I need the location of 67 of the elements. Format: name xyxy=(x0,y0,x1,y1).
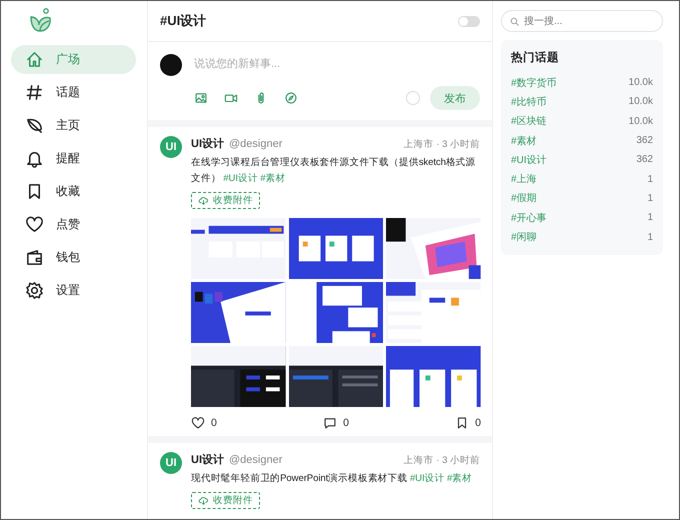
section-title: 热门话题 xyxy=(511,50,560,65)
topic-count: 1 xyxy=(647,174,653,185)
post-text: 现代时髦年轻前卫的PowerPoint演示模板素材下载 #UI设计 #素材 xyxy=(191,472,473,486)
topic-link[interactable]: #UI设计 xyxy=(511,152,547,167)
topic-count: 362 xyxy=(636,135,653,146)
wallet-icon xyxy=(25,248,44,267)
heart-button[interactable]: 0 xyxy=(191,416,217,430)
topic-link[interactable]: #上海 xyxy=(511,172,537,186)
topic-count: 1 xyxy=(647,192,653,204)
heart-icon xyxy=(191,416,205,430)
nav-item[interactable]: 话题 xyxy=(11,78,136,107)
topic-count: 10.0k xyxy=(628,116,653,127)
post-input[interactable]: 说说您的新鲜事... xyxy=(194,54,480,74)
leaf-icon xyxy=(25,116,44,135)
image-icon[interactable] xyxy=(194,91,208,105)
topic-count: 10.0k xyxy=(628,96,653,108)
hash-icon xyxy=(25,83,44,102)
hashtag-link[interactable]: #UI设计 xyxy=(410,473,444,484)
nav-item[interactable]: 点赞 xyxy=(11,210,136,239)
home-icon xyxy=(25,50,44,69)
bookmark-button[interactable]: 0 xyxy=(455,416,481,430)
search-field[interactable]: 搜一搜... xyxy=(501,10,663,32)
compass-icon[interactable] xyxy=(284,91,298,105)
author-name[interactable]: UI设计 xyxy=(191,136,224,151)
author-handle: @designer xyxy=(229,454,282,466)
topic-link[interactable]: #区块链 xyxy=(511,114,547,128)
avatar[interactable]: UI xyxy=(160,452,182,474)
nav-item[interactable]: 钱包 xyxy=(11,243,136,272)
comment-button[interactable]: 0 xyxy=(323,416,349,430)
post-meta: 上海市 · 3 小时前 xyxy=(404,454,480,467)
topic-count: 1 xyxy=(647,232,653,243)
attachment-badge[interactable]: 收费附件 xyxy=(191,192,260,209)
hashtag-link[interactable]: #素材 xyxy=(446,473,472,484)
cloud-download-icon xyxy=(198,495,209,506)
nav-item[interactable]: 收藏 xyxy=(11,177,136,206)
topic-link[interactable]: #比特币 xyxy=(511,94,547,109)
search-icon xyxy=(509,16,520,27)
post-text: 在线学习课程后台管理仪表板套件源文件下载（提供sketch格式源文件） #UI设计 #素材 xyxy=(191,156,477,186)
nav-item[interactable]: 广场 xyxy=(11,45,136,74)
heart-icon xyxy=(25,215,44,234)
avatar[interactable]: UI xyxy=(160,136,182,158)
attachment-badge[interactable]: 收费附件 xyxy=(191,492,260,509)
author-handle: @designer xyxy=(229,138,282,150)
hashtag-link[interactable]: #素材 xyxy=(260,173,286,184)
topic-link[interactable]: #闲聊 xyxy=(511,230,537,244)
nav-item[interactable]: 设置 xyxy=(11,276,136,305)
nav-item[interactable]: 提醒 xyxy=(11,144,136,173)
topic-link[interactable]: #数字货币 xyxy=(511,76,557,90)
cloud-download-icon xyxy=(198,195,209,206)
topic-link[interactable]: #素材 xyxy=(511,134,537,148)
avatar[interactable] xyxy=(160,54,182,76)
settings-icon xyxy=(25,281,44,300)
publish-button[interactable]: 发布 xyxy=(430,86,480,110)
nav-item[interactable]: 主页 xyxy=(11,111,136,140)
progress-ring xyxy=(406,91,420,105)
topic-count: 362 xyxy=(636,154,653,166)
topic-count: 10.0k xyxy=(628,77,653,88)
comment-icon xyxy=(323,416,338,430)
author-name[interactable]: UI设计 xyxy=(191,452,224,467)
topic-count: 1 xyxy=(647,212,653,224)
topic-link[interactable]: #假期 xyxy=(511,191,537,206)
hashtag-link[interactable]: #UI设计 xyxy=(223,173,258,184)
post-meta: 上海市 · 3 小时前 xyxy=(404,138,480,151)
page-title: #UI设计 xyxy=(160,12,206,30)
theme-toggle[interactable] xyxy=(458,16,480,26)
bell-icon xyxy=(25,149,44,168)
topic-link[interactable]: #开心事 xyxy=(511,210,547,225)
